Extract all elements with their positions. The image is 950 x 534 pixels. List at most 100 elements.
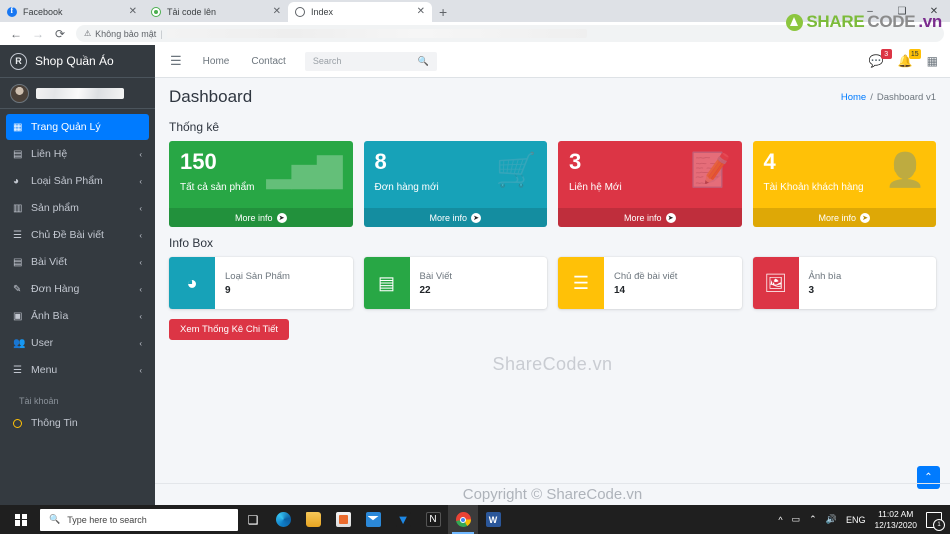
breadcrumb-separator: / xyxy=(870,91,873,103)
taskbar-app-notion[interactable]: N xyxy=(418,505,448,534)
stat-card-new-orders[interactable]: 8 Đơn hàng mới 🛒 More info ➤ xyxy=(363,141,547,227)
tab-title: Tải code lên xyxy=(167,7,217,17)
image-icon: 🖼 xyxy=(752,257,799,309)
more-info-link[interactable]: More info ➤ xyxy=(169,208,353,227)
info-value: 9 xyxy=(225,284,231,296)
logo-text-share: SHARE xyxy=(806,12,865,31)
sidebar-item-bai-viet[interactable]: ▤ Bài Viết ‹ xyxy=(6,249,149,275)
info-label: Ảnh bìa xyxy=(808,270,842,282)
search-icon: 🔍 xyxy=(49,514,61,524)
sidebar-item-label: Thông Tin xyxy=(31,417,78,429)
info-card-bai-viet[interactable]: ▤ Bài Viết 22 xyxy=(363,257,547,309)
sidebar-item-chu-de-bai-viet[interactable]: ☰ Chủ Đề Bài viết ‹ xyxy=(6,222,149,248)
browser-tab-index[interactable]: Index ✕ xyxy=(288,2,432,22)
sidebar-item-lien-he[interactable]: ▤ Liên Hệ ‹ xyxy=(6,141,149,167)
stat-card-new-contacts[interactable]: 3 Liên hệ Mới 📝 More info ➤ xyxy=(558,141,742,227)
more-info-link[interactable]: More info ➤ xyxy=(558,208,742,227)
search-input[interactable]: Search 🔍 xyxy=(304,51,437,71)
pie-chart-icon: ◕ xyxy=(169,257,215,309)
stat-card-products[interactable]: 150 Tất cả sản phẩm ▂▅▇ More info ➤ xyxy=(169,141,353,227)
sidebar-user-panel[interactable] xyxy=(0,78,155,109)
task-view-icon[interactable]: ❑ xyxy=(238,513,268,527)
chevron-left-icon: ‹ xyxy=(139,365,142,375)
article-icon: ▤ xyxy=(363,257,410,309)
list-icon: ☰ xyxy=(558,257,604,309)
close-icon[interactable]: ✕ xyxy=(129,7,137,17)
windows-start-icon[interactable] xyxy=(2,505,40,534)
chevron-up-icon: ⌃ xyxy=(924,472,933,483)
sidebar-item-user[interactable]: 👥 User ‹ xyxy=(6,330,149,356)
navbar-link-contact[interactable]: Contact xyxy=(240,56,296,67)
tray-chevron-icon[interactable]: ^ xyxy=(778,515,782,525)
close-icon[interactable]: ✕ xyxy=(273,7,281,17)
chevron-left-icon: ‹ xyxy=(139,338,142,348)
grid-apps-icon[interactable]: ▦ xyxy=(927,54,938,68)
grid-icon: ▦ xyxy=(13,121,23,133)
sidebar-item-san-pham[interactable]: ▥ Sản phẩm ‹ xyxy=(6,195,149,221)
action-center-icon[interactable] xyxy=(926,511,945,531)
taskbar-app-edge[interactable] xyxy=(268,505,298,534)
infobox-section-title: Info Box xyxy=(169,236,214,250)
clock[interactable]: 11:02 AM 12/13/2020 xyxy=(874,509,917,530)
info-card-anh-bia[interactable]: 🖼 Ảnh bìa 3 xyxy=(752,257,936,309)
info-value: 22 xyxy=(419,284,431,296)
hamburger-icon: ☰ xyxy=(13,364,22,376)
arrow-circle-right-icon: ➤ xyxy=(665,212,676,223)
breadcrumb-home[interactable]: Home xyxy=(841,92,866,103)
sidebar-item-menu[interactable]: ☰ Menu ‹ xyxy=(6,357,149,383)
bell-icon[interactable]: 🔔 15 xyxy=(898,49,921,68)
wifi-icon[interactable]: ⌃ xyxy=(809,514,817,525)
more-info-label: More info xyxy=(818,212,857,223)
stat-number: 150 xyxy=(180,149,217,174)
sidebar-item-loai-san-pham[interactable]: ◕ Loại Sản Phẩm ‹ xyxy=(6,168,149,194)
close-icon[interactable]: ✕ xyxy=(417,7,425,17)
stat-card-customer-accounts[interactable]: 4 Tài Khoản khách hàng 👤 More info ➤ xyxy=(752,141,936,227)
language-indicator[interactable]: ENG xyxy=(846,515,866,525)
arrow-circle-right-icon: ➤ xyxy=(471,212,482,223)
back-icon[interactable]: ← xyxy=(6,24,26,44)
sidebar-brand[interactable]: R Shop Quần Áo xyxy=(0,45,155,78)
view-detail-stats-button[interactable]: Xem Thống Kê Chi Tiết xyxy=(169,319,290,340)
sidebar-item-label: Trang Quản Lý xyxy=(31,121,101,133)
taskbar-app-file-explorer[interactable] xyxy=(298,505,328,534)
navbar-right: 💬 3 🔔 15 ▦ xyxy=(869,49,938,68)
info-card-loai-san-pham[interactable]: ◕ Loại Sản Phẩm 9 xyxy=(169,257,353,309)
sidebar-item-anh-bia[interactable]: ▣ Ảnh Bìa ‹ xyxy=(6,303,149,329)
tab-title: Index xyxy=(311,7,334,17)
stat-number: 4 xyxy=(763,149,776,174)
users-icon: 👥 xyxy=(13,337,26,349)
hamburger-icon[interactable]: ☰ xyxy=(167,53,192,69)
warning-triangle-icon: ⚠ xyxy=(84,29,92,38)
chat-icon[interactable]: 💬 3 xyxy=(869,49,892,68)
volume-icon[interactable]: 🔊 xyxy=(826,514,837,525)
chevron-left-icon: ‹ xyxy=(139,230,142,240)
stat-number: 8 xyxy=(374,149,387,174)
taskbar-app-microsoft-store[interactable] xyxy=(328,505,358,534)
list-icon: ☰ xyxy=(13,229,22,241)
more-info-link[interactable]: More info ➤ xyxy=(363,208,547,227)
sidebar-item-trang-quan-ly[interactable]: ▦ Trang Quản Lý xyxy=(6,114,149,140)
arrow-circle-right-icon: ➤ xyxy=(276,212,287,223)
taskbar-search-input[interactable]: 🔍 Type here to search xyxy=(40,508,238,531)
info-card-chu-de-bai-viet[interactable]: ☰ Chủ đề bài viết 14 xyxy=(558,257,742,309)
breadcrumb-current: Dashboard v1 xyxy=(876,91,936,103)
stat-label: Tất cả sản phẩm xyxy=(180,182,255,194)
browser-tab-tai-code-len[interactable]: Tải code lên ✕ xyxy=(144,2,288,22)
navbar-link-home[interactable]: Home xyxy=(192,56,241,67)
circle-ring-icon xyxy=(13,418,31,428)
taskbar-app-word[interactable]: W xyxy=(478,505,508,534)
taskbar-app-dropbox[interactable]: ▼ xyxy=(388,505,418,534)
search-icon[interactable]: 🔍 xyxy=(418,56,429,67)
sidebar-item-thong-tin[interactable]: Thông Tin xyxy=(6,410,149,436)
browser-tab-facebook[interactable]: Facebook ✕ xyxy=(0,2,144,22)
taskbar-app-mail[interactable] xyxy=(358,505,388,534)
more-info-label: More info xyxy=(234,212,273,223)
battery-icon[interactable]: ▭ xyxy=(792,514,801,525)
taskbar-app-google-chrome[interactable] xyxy=(448,505,478,534)
new-tab-button[interactable]: + xyxy=(432,2,454,22)
more-info-link[interactable]: More info ➤ xyxy=(752,208,936,227)
reload-icon[interactable]: ⟳ xyxy=(50,24,70,44)
sidebar-item-don-hang[interactable]: ✎ Đơn Hàng ‹ xyxy=(6,276,149,302)
forward-icon[interactable]: → xyxy=(28,24,48,44)
image-icon: ▣ xyxy=(13,310,23,322)
